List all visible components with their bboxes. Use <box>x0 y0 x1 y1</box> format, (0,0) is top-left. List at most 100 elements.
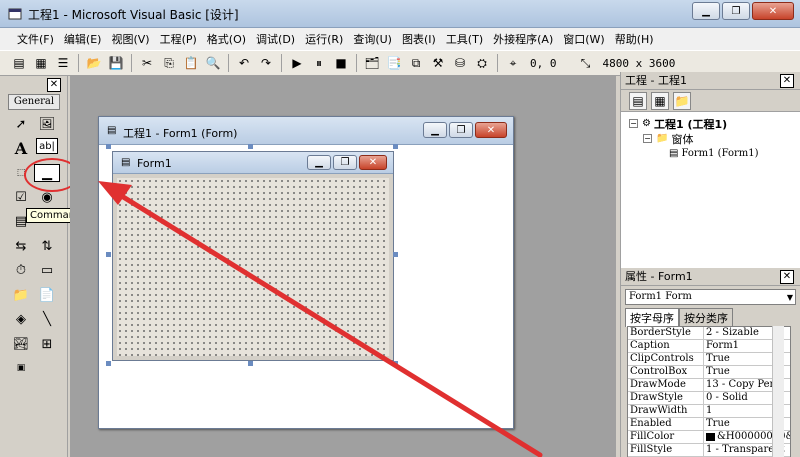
tree-item-forms-folder[interactable]: − 📁 窗体 <box>629 131 800 146</box>
undo-icon[interactable]: ↶ <box>235 54 253 72</box>
property-row[interactable]: ClipControls True <box>628 353 790 366</box>
object-selector[interactable]: Form1 Form ▼ <box>625 289 796 305</box>
menu-query[interactable]: 查询(U) <box>348 31 397 47</box>
checkbox-tool-icon[interactable]: ☑ <box>10 187 32 207</box>
menu-help[interactable]: 帮助(H) <box>610 31 659 47</box>
form1-canvas[interactable]: ▤ Form1 ▁ ❐ ✕ <box>112 151 394 361</box>
tree-item-form1[interactable]: ▤ Form1 (Form1) <box>629 146 800 161</box>
label-tool-icon[interactable]: A <box>10 138 32 158</box>
find-icon[interactable]: 🔍 <box>204 54 222 72</box>
resize-handle[interactable] <box>393 144 398 149</box>
toolbox-tab-general[interactable]: General <box>8 94 60 110</box>
copy-icon[interactable]: ⎘ <box>160 54 178 72</box>
cut-icon[interactable]: ✂ <box>138 54 156 72</box>
close-icon[interactable]: ✕ <box>47 78 61 92</box>
resize-handle[interactable] <box>106 252 111 257</box>
dirlistbox-tool-icon[interactable]: 📁 <box>10 285 32 305</box>
restore-icon[interactable]: ❐ <box>449 122 473 138</box>
pointer-tool-icon[interactable]: ➚ <box>10 114 32 134</box>
filelistbox-tool-icon[interactable]: 📄 <box>36 285 58 305</box>
tree-item-project[interactable]: − ⚙ 工程1 (工程1) <box>629 116 800 131</box>
menu-edit[interactable]: 编辑(E) <box>59 31 107 47</box>
vb-app-icon <box>8 6 22 20</box>
form-icon: ▤ <box>669 148 679 159</box>
collapse-icon[interactable]: − <box>629 119 638 128</box>
minimize-icon[interactable]: ▁ <box>692 2 720 20</box>
collapse-icon[interactable]: − <box>643 134 652 143</box>
ole-tool-icon[interactable]: ▣ <box>10 358 32 378</box>
minimize-icon[interactable]: ▁ <box>423 122 447 138</box>
tree-item-label: 窗体 <box>671 132 694 146</box>
menu-window[interactable]: 窗口(W) <box>558 31 609 47</box>
image-tool-icon[interactable]: 🏞 <box>10 334 32 354</box>
property-row[interactable]: FillStyle 1 - Transparent <box>628 444 790 457</box>
view-code-icon[interactable]: ▤ <box>629 91 647 110</box>
textbox-tool-icon[interactable]: ab| <box>36 138 58 154</box>
menu-editor-icon[interactable]: ☰ <box>54 54 72 72</box>
vscrollbar-tool-icon[interactable]: ⇅ <box>36 236 58 256</box>
save-icon[interactable]: 💾 <box>107 54 125 72</box>
form1-design-grid[interactable] <box>117 178 389 356</box>
properties-scrollbar[interactable] <box>772 326 784 457</box>
toolbox-icon[interactable]: ⛁ <box>451 54 469 72</box>
view-object-icon[interactable]: ▦ <box>651 91 669 110</box>
project-explorer-icon[interactable]: 🗂 <box>363 54 381 72</box>
menu-view[interactable]: 视图(V) <box>106 31 154 47</box>
menu-addins[interactable]: 外接程序(A) <box>488 31 558 47</box>
property-row[interactable]: Caption Form1 <box>628 340 790 353</box>
property-row[interactable]: DrawWidth 1 <box>628 405 790 418</box>
properties-window-icon[interactable]: 📑 <box>385 54 403 72</box>
resize-handle[interactable] <box>393 252 398 257</box>
resize-handle[interactable] <box>106 361 111 366</box>
picturebox-tool-icon[interactable]: 🖼 <box>36 114 58 134</box>
menu-debug[interactable]: 调试(D) <box>251 31 300 47</box>
resize-handle[interactable] <box>106 144 111 149</box>
close-icon[interactable]: ✕ <box>780 74 794 88</box>
open-icon[interactable]: 📂 <box>85 54 103 72</box>
resize-handle[interactable] <box>248 361 253 366</box>
drivelistbox-tool-icon[interactable]: ▭ <box>36 260 58 280</box>
hscrollbar-tool-icon[interactable]: ⇆ <box>10 236 32 256</box>
toolbar-separator <box>356 54 357 72</box>
menu-file[interactable]: 文件(F) <box>12 31 59 47</box>
property-row[interactable]: BorderStyle 2 - Sizable <box>628 327 790 340</box>
restore-icon[interactable]: ❐ <box>722 2 750 20</box>
stop-icon[interactable]: ■ <box>332 54 350 72</box>
property-row[interactable]: DrawMode 13 - Copy Pen <box>628 379 790 392</box>
property-row[interactable]: Enabled True <box>628 418 790 431</box>
menu-diagram[interactable]: 图表(I) <box>397 31 441 47</box>
close-icon[interactable]: ✕ <box>475 122 507 138</box>
chevron-down-icon[interactable]: ▼ <box>787 291 793 305</box>
window-title: 工程1 - Microsoft Visual Basic [设计] <box>28 8 239 22</box>
shape-tool-icon[interactable]: ◈ <box>10 309 32 329</box>
property-row[interactable]: FillColor &H00000000& <box>628 431 790 444</box>
menu-run[interactable]: 运行(R) <box>300 31 348 47</box>
object-browser-icon[interactable]: ⚒ <box>429 54 447 72</box>
add-project-icon[interactable]: ▤ <box>10 54 28 72</box>
data-view-icon[interactable]: ⛭ <box>473 54 491 72</box>
property-row[interactable]: ControlBox True <box>628 366 790 379</box>
toggle-folders-icon[interactable]: 📁 <box>673 91 691 110</box>
property-row[interactable]: DrawStyle 0 - Solid <box>628 392 790 405</box>
redo-icon[interactable]: ↷ <box>257 54 275 72</box>
add-form-icon[interactable]: ▦ <box>32 54 50 72</box>
paste-icon[interactable]: 📋 <box>182 54 200 72</box>
tab-alphabetic[interactable]: 按字母序 <box>625 308 679 327</box>
data-tool-icon[interactable]: ⊞ <box>36 334 58 354</box>
line-tool-icon[interactable]: ╲ <box>36 309 58 329</box>
tab-categorized[interactable]: 按分类序 <box>679 308 733 327</box>
form-layout-icon[interactable]: ⧉ <box>407 54 425 72</box>
form-icon: ▤ <box>121 157 131 168</box>
toolbar-separator <box>497 54 498 72</box>
close-icon[interactable]: ✕ <box>752 2 794 20</box>
project-explorer-panel: 工程 - 工程1 ✕ ▤ ▦ 📁 − ⚙ 工程1 (工程1) − 📁 窗体 ▤ … <box>620 72 800 268</box>
menu-tools[interactable]: 工具(T) <box>441 31 488 47</box>
menu-project[interactable]: 工程(P) <box>155 31 202 47</box>
timer-tool-icon[interactable]: ⏱ <box>10 260 32 280</box>
close-icon[interactable]: ✕ <box>780 270 794 284</box>
menu-format[interactable]: 格式(O) <box>202 31 251 47</box>
break-icon[interactable]: ⏸ <box>310 54 328 72</box>
start-icon[interactable]: ▶ <box>288 54 306 72</box>
resize-handle[interactable] <box>393 361 398 366</box>
resize-handle[interactable] <box>248 144 253 149</box>
